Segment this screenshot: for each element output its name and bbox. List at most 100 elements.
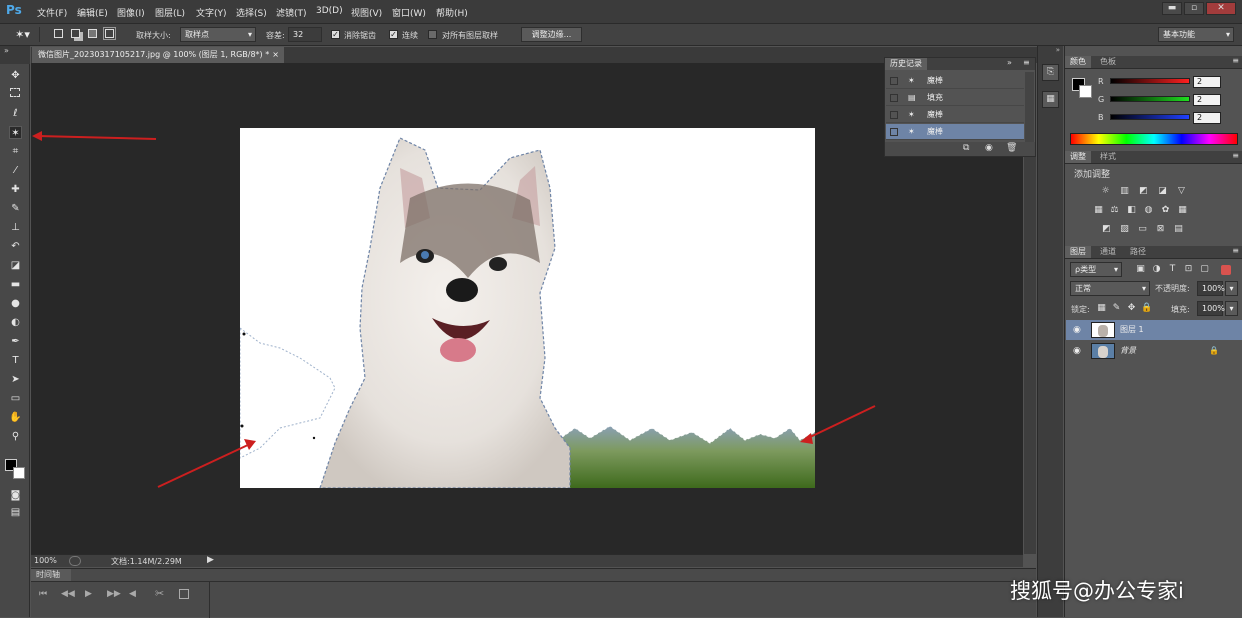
menu-help[interactable]: 帮助(H) [436, 6, 468, 19]
restore-button[interactable]: ▫ [1184, 2, 1204, 15]
document-tab[interactable]: 微信图片_20230317105217.jpg @ 100% (图层 1, RG… [32, 47, 284, 63]
eraser-tool-icon[interactable]: ◪ [9, 259, 22, 272]
eye-visibility-icon[interactable]: ◉ [1073, 341, 1081, 361]
eyedropper-tool-icon[interactable]: ⁄ [9, 164, 22, 177]
vibrance-icon[interactable]: ▦ [1093, 205, 1104, 216]
tolerance-input[interactable]: 32 [288, 27, 322, 42]
red-value-input[interactable]: 2 [1193, 76, 1221, 88]
zoom-level[interactable]: 100% [34, 556, 57, 565]
trash-icon[interactable]: 🗑 [1006, 143, 1017, 153]
tab-paths[interactable]: 路径 [1125, 246, 1151, 258]
filter-type-icon[interactable]: T [1167, 264, 1178, 275]
invert-icon[interactable]: ◩ [1101, 224, 1112, 235]
tab-swatches[interactable]: 色板 [1095, 56, 1121, 68]
red-slider[interactable] [1110, 78, 1190, 84]
clone-stamp-tool-icon[interactable]: ⊥ [9, 221, 22, 234]
screen-mode-icon[interactable]: ▤ [9, 506, 22, 519]
subtract-selection-icon[interactable] [88, 29, 97, 38]
menu-select[interactable]: 选择(S) [236, 6, 267, 19]
new-selection-icon[interactable] [54, 29, 63, 38]
path-selection-tool-icon[interactable]: ➤ [9, 373, 22, 386]
filter-pixel-icon[interactable]: ▣ [1135, 264, 1146, 275]
threshold-icon[interactable]: ▭ [1137, 224, 1148, 235]
camera-snapshot-icon[interactable]: ◉ [985, 143, 993, 153]
menu-view[interactable]: 视图(V) [351, 6, 382, 19]
green-slider[interactable] [1110, 96, 1190, 102]
green-value-input[interactable]: 2 [1193, 94, 1221, 106]
blue-slider[interactable] [1110, 114, 1190, 120]
menu-type[interactable]: 文字(Y) [196, 6, 227, 19]
background-color-swatch[interactable] [1079, 85, 1092, 98]
magic-wand-tool-icon[interactable]: ✶ [9, 126, 22, 139]
menu-layer[interactable]: 图层(L) [155, 6, 185, 19]
menu-edit[interactable]: 编辑(E) [77, 6, 108, 19]
menu-image[interactable]: 图像(I) [117, 6, 145, 19]
tab-color[interactable]: 颜色 [1065, 56, 1091, 68]
lock-all-icon[interactable]: 🔒 [1141, 303, 1152, 314]
lock-transparent-icon[interactable]: ▦ [1096, 303, 1107, 314]
panel-menu-icon[interactable]: ≡ [1232, 56, 1239, 65]
sample-size-select[interactable]: 取样点 ▾ [180, 27, 256, 42]
close-window-button[interactable]: ✕ [1206, 2, 1236, 15]
healing-brush-tool-icon[interactable]: ✚ [9, 183, 22, 196]
all-layers-checkbox[interactable] [428, 30, 437, 39]
refine-edge-button[interactable]: 调整边缘... [521, 27, 582, 42]
layer-row-selected[interactable]: ◉ 图层 1 [1066, 320, 1242, 340]
prev-frame-icon[interactable]: ◀◀ [61, 589, 75, 599]
crop-tool-icon[interactable]: ⌗ [9, 145, 22, 158]
background-color-swatch[interactable] [13, 467, 25, 479]
photo-filter-icon[interactable]: ◍ [1143, 205, 1154, 216]
history-dock-icon[interactable]: ⎘ [1042, 64, 1059, 81]
rectangle-tool-icon[interactable]: ▭ [9, 392, 22, 405]
add-selection-icon[interactable] [71, 29, 80, 38]
blur-tool-icon[interactable]: ● [9, 297, 22, 310]
opacity-dropdown-icon[interactable]: ▾ [1225, 281, 1238, 296]
split-scissors-icon[interactable]: ✂ [155, 587, 164, 600]
anti-alias-checkbox[interactable]: ✓ [331, 30, 340, 39]
lock-pixels-icon[interactable]: ✎ [1111, 303, 1122, 314]
filter-smart-icon[interactable]: ▢ [1199, 264, 1210, 275]
move-tool-icon[interactable]: ✥ [9, 69, 22, 82]
hand-tool-icon[interactable]: ✋ [9, 411, 22, 424]
type-tool-icon[interactable]: T [9, 354, 22, 367]
gradient-map-icon[interactable]: ▤ [1173, 224, 1184, 235]
marquee-tool-icon[interactable] [10, 88, 20, 97]
document-canvas[interactable] [240, 128, 815, 488]
layer-name[interactable]: 图层 1 [1120, 320, 1144, 340]
properties-dock-icon[interactable]: ▦ [1042, 91, 1059, 108]
filter-toggle-icon[interactable] [1221, 265, 1231, 275]
history-snapshot-box[interactable] [890, 111, 898, 119]
menu-file[interactable]: 文件(F) [37, 6, 67, 19]
dock-collapse-icon[interactable]: » [1038, 46, 1063, 56]
brightness-icon[interactable]: ☼ [1100, 186, 1111, 197]
history-item[interactable]: ✶ 魔棒 [886, 73, 1024, 89]
exposure-icon[interactable]: ◪ [1157, 186, 1168, 197]
gradient-map-triangle-icon[interactable]: ▽ [1176, 186, 1187, 197]
close-tab-icon[interactable]: × [272, 47, 279, 63]
tab-adjustments[interactable]: 调整 [1065, 151, 1091, 163]
black-white-icon[interactable]: ◧ [1126, 205, 1137, 216]
channel-mixer-icon[interactable]: ✿ [1160, 205, 1171, 216]
history-item[interactable]: ▤ 填充 [886, 90, 1024, 106]
filter-shape-icon[interactable]: ⊡ [1183, 264, 1194, 275]
history-snapshot-box[interactable] [890, 128, 898, 136]
menu-filter[interactable]: 滤镜(T) [276, 6, 307, 19]
tab-channels[interactable]: 通道 [1095, 246, 1121, 258]
status-options-icon[interactable] [69, 556, 81, 566]
color-balance-icon[interactable]: ⚖ [1109, 205, 1120, 216]
history-scrollbar[interactable] [1025, 72, 1034, 142]
selective-color-icon[interactable]: ⊠ [1155, 224, 1166, 235]
contiguous-checkbox[interactable]: ✓ [389, 30, 398, 39]
lock-position-icon[interactable]: ✥ [1126, 303, 1137, 314]
transition-icon[interactable] [179, 589, 189, 599]
history-snapshot-box[interactable] [890, 77, 898, 85]
tool-preset-magic-wand-icon[interactable]: ✶▾ [6, 27, 40, 42]
tab-styles[interactable]: 样式 [1095, 151, 1121, 163]
tab-layers[interactable]: 图层 [1065, 246, 1091, 258]
brush-tool-icon[interactable]: ✎ [9, 202, 22, 215]
history-snapshot-box[interactable] [890, 94, 898, 102]
posterize-icon[interactable]: ▨ [1119, 224, 1130, 235]
fill-input[interactable]: 100% [1197, 301, 1225, 316]
layer-row[interactable]: ◉ 背景 🔒 [1066, 341, 1242, 361]
lasso-tool-icon[interactable]: ℓ [9, 107, 22, 120]
